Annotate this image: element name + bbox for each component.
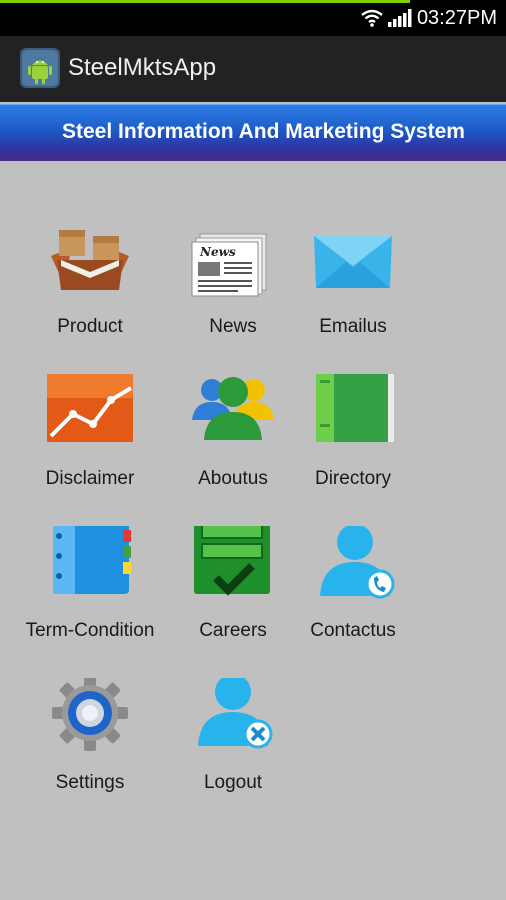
menu-item-label: Settings	[55, 772, 125, 793]
green-book-icon	[310, 368, 396, 460]
menu-item-settings[interactable]: Settings	[15, 675, 165, 818]
menu-item-product[interactable]: Product	[15, 222, 165, 362]
app-android-icon[interactable]	[20, 48, 60, 93]
menu-item-logout[interactable]: Logout	[158, 674, 308, 818]
menu-item-label: Disclaimer	[45, 468, 135, 489]
boxes-icon	[47, 222, 133, 308]
newspaper-icon: News	[190, 222, 276, 308]
menu-item-label: Emailus	[319, 316, 387, 337]
status-bar: 03:27PM	[0, 0, 506, 36]
menu-item-label: Logout	[203, 772, 263, 793]
menu-item-label: Term-Condition	[25, 620, 155, 641]
menu-item-disclaimer[interactable]: Disclaimer	[15, 368, 165, 514]
app-title: SteelMktsApp	[68, 54, 217, 81]
action-bar: SteelMktsApp	[0, 36, 506, 102]
menu-item-term-condition[interactable]: Term-Condition	[15, 518, 165, 666]
signal-icon	[388, 9, 412, 32]
menu-item-directory[interactable]: Directory	[278, 368, 428, 514]
banner-title: Steel Information And Marketing System	[62, 120, 465, 143]
status-time: 03:27PM	[416, 7, 497, 29]
gear-icon	[47, 675, 133, 764]
envelope-icon	[310, 222, 396, 308]
header-banner: Steel Information And Marketing System	[0, 104, 506, 161]
menu-item-label: Product	[57, 316, 123, 337]
users-group-icon	[190, 374, 276, 460]
menu-item-label: Contactus	[310, 620, 396, 641]
notebook-icon	[47, 518, 133, 612]
line-chart-icon	[45, 368, 135, 460]
menu-item-contactus[interactable]: Contactus	[278, 524, 428, 666]
checklist-icon	[190, 518, 276, 612]
svg-text:News: News	[199, 245, 236, 259]
user-phone-icon	[310, 524, 396, 612]
menu-item-emailus[interactable]: Emailus	[278, 222, 428, 362]
user-remove-icon	[190, 674, 276, 764]
status-progress-line	[0, 0, 410, 3]
menu-item-label: Directory	[314, 468, 391, 489]
wifi-icon	[361, 9, 383, 32]
